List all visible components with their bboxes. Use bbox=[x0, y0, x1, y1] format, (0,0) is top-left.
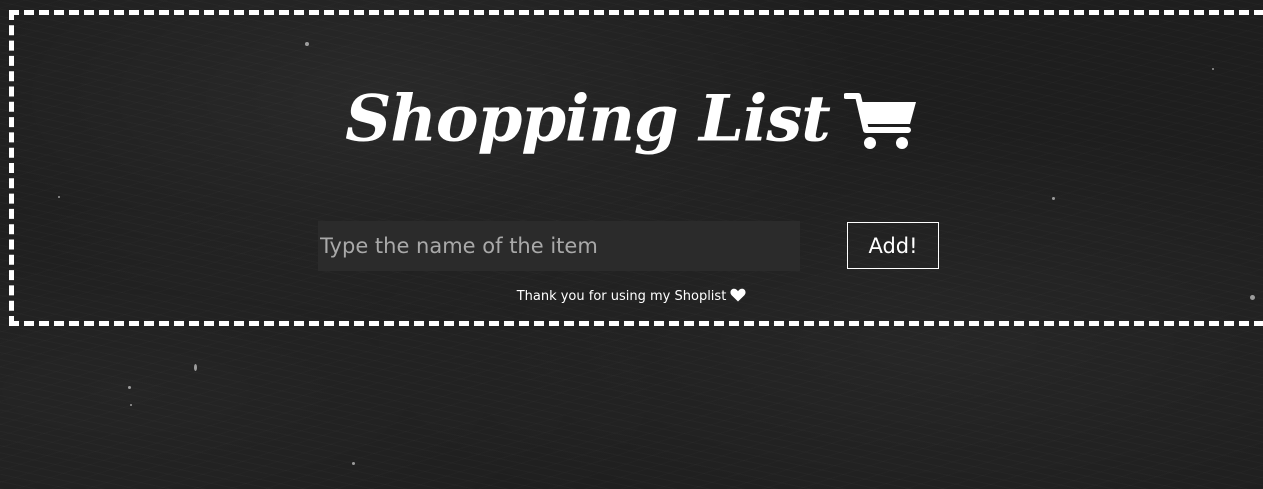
shopping-cart-icon bbox=[843, 92, 916, 149]
footer-note: Thank you for using my Shoplist bbox=[0, 287, 1263, 307]
footer-note-text: Thank you for using my Shoplist bbox=[516, 289, 727, 304]
heart-icon bbox=[730, 288, 746, 302]
title-text: Shopping List bbox=[345, 81, 831, 157]
item-name-input[interactable] bbox=[318, 221, 800, 271]
add-button[interactable]: Add! bbox=[847, 222, 939, 269]
dashed-frame bbox=[9, 10, 1263, 326]
page-title: Shopping List bbox=[0, 70, 1263, 165]
